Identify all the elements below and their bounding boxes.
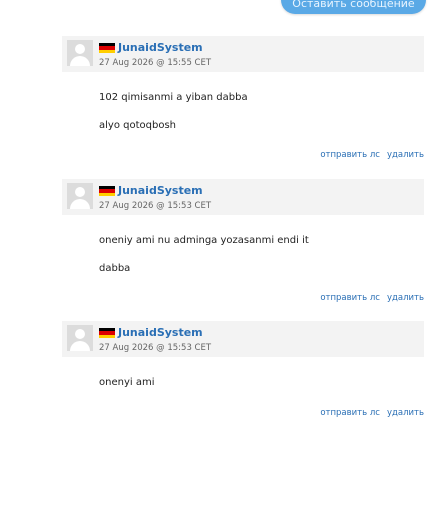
comment-text: onenyi ami	[99, 377, 155, 388]
send-pm-link[interactable]: отправить лс	[320, 408, 380, 418]
username-link[interactable]: JunaidSystem	[118, 326, 203, 339]
comment-text: alyo qotoqbosh	[99, 120, 176, 131]
comment-header: JunaidSystem 27 Aug 2026 @ 15:53 CET	[62, 321, 424, 357]
send-pm-link[interactable]: отправить лс	[320, 150, 380, 160]
avatar[interactable]	[67, 40, 93, 66]
germany-flag-icon	[99, 186, 115, 196]
comment-header: JunaidSystem 27 Aug 2026 @ 15:55 CET	[62, 36, 424, 72]
germany-flag-icon	[99, 328, 115, 338]
comment: JunaidSystem 27 Aug 2026 @ 15:53 CET one…	[62, 179, 424, 303]
comment-timestamp: 27 Aug 2026 @ 15:55 CET	[99, 58, 212, 68]
comment-actions: отправить лс удалить	[62, 408, 424, 418]
comment-text: 102 qimisanmi a yiban dabba	[99, 92, 248, 103]
username-link[interactable]: JunaidSystem	[118, 41, 203, 54]
comment-text: dabba	[99, 263, 131, 274]
send-pm-link[interactable]: отправить лс	[320, 293, 380, 303]
comment-actions: отправить лс удалить	[62, 293, 424, 303]
comment-header: JunaidSystem 27 Aug 2026 @ 15:53 CET	[62, 179, 424, 215]
comment-timestamp: 27 Aug 2026 @ 15:53 CET	[99, 343, 212, 353]
comment: JunaidSystem 27 Aug 2026 @ 15:55 CET 102…	[62, 36, 424, 160]
leave-message-button[interactable]: Оставить сообщение	[281, 0, 426, 14]
delete-link[interactable]: удалить	[387, 408, 424, 418]
comment: JunaidSystem 27 Aug 2026 @ 15:53 CET one…	[62, 321, 424, 418]
comment-actions: отправить лс удалить	[62, 150, 424, 160]
delete-link[interactable]: удалить	[387, 150, 424, 160]
avatar[interactable]	[67, 325, 93, 351]
comment-timestamp: 27 Aug 2026 @ 15:53 CET	[99, 201, 212, 211]
delete-link[interactable]: удалить	[387, 293, 424, 303]
username-link[interactable]: JunaidSystem	[118, 184, 203, 197]
avatar[interactable]	[67, 183, 93, 209]
comment-text: oneniy ami nu adminga yozasanmi endi it	[99, 235, 309, 246]
germany-flag-icon	[99, 43, 115, 53]
